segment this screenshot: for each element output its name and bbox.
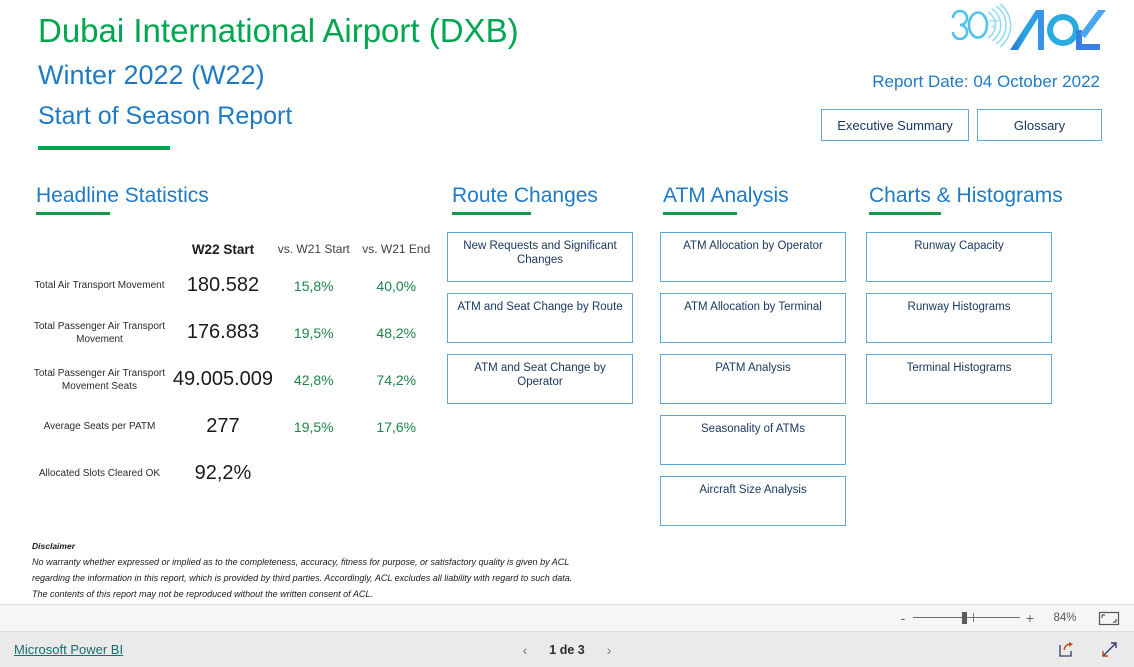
charts-card-runway-capacity[interactable]: Runway Capacity <box>866 232 1052 282</box>
page-title-report: Start of Season Report <box>38 102 293 130</box>
section-title-charts: Charts & Histograms <box>869 184 1063 207</box>
charts-histograms-card-list: Runway Capacity Runway Histograms Termin… <box>866 232 1052 415</box>
column-header-vs-w21-end: vs. W21 End <box>362 242 431 256</box>
charts-card-terminal-histograms[interactable]: Terminal Histograms <box>866 354 1052 404</box>
disclaimer-line: The contents of this report may not be r… <box>32 589 373 599</box>
title-underline-rule <box>38 146 170 150</box>
section-underline-atm <box>663 212 737 215</box>
bottom-bar-icons <box>1058 641 1118 658</box>
stat-value: 180.582 <box>186 274 260 296</box>
stat-vs-w21-end: 48,2% <box>376 324 417 341</box>
headline-statistics-table: W22 Start vs. W21 Start vs. W21 End Tota… <box>26 236 438 497</box>
chevron-left-icon[interactable]: ‹ <box>523 642 528 658</box>
svg-text:years: years <box>989 18 999 23</box>
table-row: Allocated Slots Cleared OK 92,2% <box>26 450 438 497</box>
page-title-season: Winter 2022 (W22) <box>38 60 265 90</box>
section-heading-atm-analysis: ATM Analysis <box>663 183 789 215</box>
report-canvas: Dubai International Airport (DXB) Winter… <box>0 0 1134 604</box>
route-card-atm-seat-change-by-operator[interactable]: ATM and Seat Change by Operator <box>447 354 633 404</box>
atm-card-allocation-by-terminal[interactable]: ATM Allocation by Terminal <box>660 293 846 343</box>
share-icon[interactable] <box>1058 641 1075 658</box>
route-changes-card-list: New Requests and Significant Changes ATM… <box>447 232 633 415</box>
section-title-route: Route Changes <box>452 184 598 207</box>
section-underline-headline <box>36 212 110 215</box>
header-nav-buttons: Executive Summary Glossary <box>821 109 1102 141</box>
column-header-w22-start: W22 Start <box>191 241 255 257</box>
table-row: Average Seats per PATM 277 19,5% 17,6% <box>26 403 438 450</box>
table-row: Total Passenger Air Transport Movement S… <box>26 356 438 403</box>
report-date: Report Date: 04 October 2022 <box>872 72 1100 91</box>
powerbi-report-viewer: Dubai International Airport (DXB) Winter… <box>0 0 1134 667</box>
stat-label: Average Seats per PATM <box>43 421 156 432</box>
section-title-atm: ATM Analysis <box>663 184 789 207</box>
stat-vs-w21-start <box>273 450 355 497</box>
column-header-vs-w21-start: vs. W21 Start <box>277 242 350 256</box>
page-navigation: ‹ 1 de 3 › <box>0 642 1134 658</box>
route-card-new-requests[interactable]: New Requests and Significant Changes <box>447 232 633 282</box>
report-title-block: Dubai International Airport (DXB) Winter… <box>38 8 519 150</box>
charts-card-runway-histograms[interactable]: Runway Histograms <box>866 293 1052 343</box>
atm-card-aircraft-size-analysis[interactable]: Aircraft Size Analysis <box>660 476 846 526</box>
disclaimer-block: Disclaimer No warranty whether expressed… <box>32 539 732 602</box>
stat-vs-w21-end: 74,2% <box>376 371 417 388</box>
stat-vs-w21-end <box>355 450 438 497</box>
stat-label: Total Passenger Air Transport Movement <box>33 320 166 345</box>
table-header-row: W22 Start vs. W21 Start vs. W21 End <box>26 236 438 262</box>
atm-card-patm-analysis[interactable]: PATM Analysis <box>660 354 846 404</box>
zoom-out-button[interactable]: - <box>895 610 911 626</box>
disclaimer-line: regarding the information in this report… <box>32 573 573 583</box>
glossary-button[interactable]: Glossary <box>977 109 1102 141</box>
section-heading-charts-histograms: Charts & Histograms <box>869 183 1063 215</box>
stat-vs-w21-start: 19,5% <box>293 418 334 435</box>
bottom-toolbar: Microsoft Power BI ‹ 1 de 3 › <box>0 632 1134 667</box>
atm-card-seasonality-of-atms[interactable]: Seasonality of ATMs <box>660 415 846 465</box>
zoom-slider-thumb[interactable] <box>962 612 968 624</box>
section-heading-headline-statistics: Headline Statistics <box>36 183 209 215</box>
stat-value: 176.883 <box>186 321 260 343</box>
stat-vs-w21-end: 17,6% <box>376 418 417 435</box>
zoom-toolbar: - + 84% <box>0 604 1134 632</box>
fullscreen-icon[interactable] <box>1101 641 1118 658</box>
stat-value: 92,2% <box>194 462 252 484</box>
disclaimer-line: No warranty whether expressed or implied… <box>32 557 570 567</box>
table-row: Total Passenger Air Transport Movement 1… <box>26 309 438 356</box>
fit-to-page-icon[interactable] <box>1098 611 1120 626</box>
section-heading-route-changes: Route Changes <box>452 183 598 215</box>
stat-label: Total Passenger Air Transport Movement S… <box>33 367 166 392</box>
page-title-airport: Dubai International Airport (DXB) <box>38 12 519 49</box>
zoom-slider[interactable] <box>913 611 1020 625</box>
stat-label: Allocated Slots Cleared OK <box>38 468 161 479</box>
zoom-slider-tick <box>972 613 974 622</box>
column-header-blank <box>26 236 173 262</box>
stat-vs-w21-start: 15,8% <box>293 277 334 294</box>
stat-vs-w21-start: 19,5% <box>293 324 334 341</box>
table-row: Total Air Transport Movement 180.582 15,… <box>26 262 438 309</box>
atm-analysis-card-list: ATM Allocation by Operator ATM Allocatio… <box>660 232 846 537</box>
page-indicator-label: 1 de 3 <box>549 642 585 657</box>
stat-vs-w21-start: 42,8% <box>293 371 334 388</box>
stat-vs-w21-end: 40,0% <box>376 277 417 294</box>
section-title-headline: Headline Statistics <box>36 184 209 207</box>
section-underline-route <box>452 212 531 215</box>
zoom-in-button[interactable]: + <box>1022 610 1038 626</box>
disclaimer-title: Disclaimer <box>32 541 75 551</box>
chevron-right-icon[interactable]: › <box>607 642 612 658</box>
stat-value: 277 <box>206 415 240 437</box>
stat-value: 49.005.009 <box>172 368 274 390</box>
section-underline-charts <box>869 212 941 215</box>
zoom-level-label: 84% <box>1053 612 1077 624</box>
stat-label: Total Air Transport Movement <box>34 280 165 291</box>
route-card-atm-seat-change-by-route[interactable]: ATM and Seat Change by Route <box>447 293 633 343</box>
atm-card-allocation-by-operator[interactable]: ATM Allocation by Operator <box>660 232 846 282</box>
acl-logo: years of <box>940 3 1106 56</box>
executive-summary-button[interactable]: Executive Summary <box>821 109 969 141</box>
